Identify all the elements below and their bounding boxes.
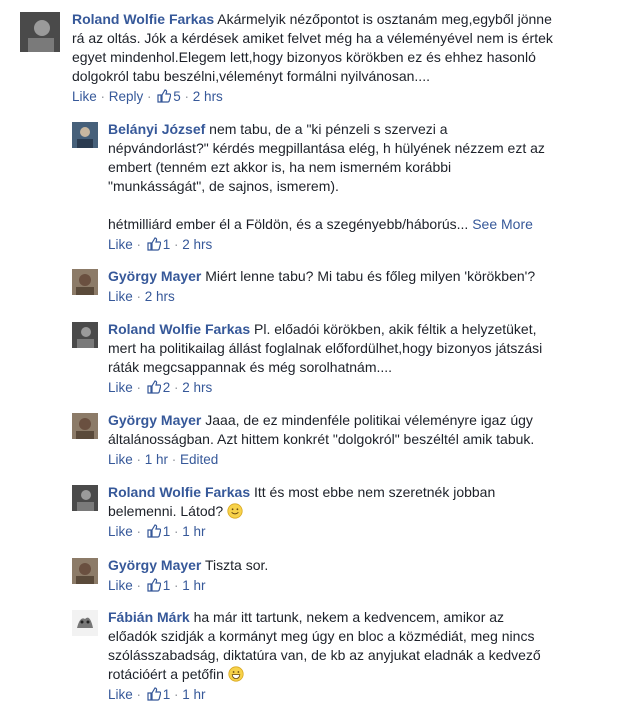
avatar[interactable] xyxy=(72,485,98,511)
comment-actions: Like · 1 · 2 hrs xyxy=(108,236,628,256)
comment-author[interactable]: Roland Wolfie Farkas xyxy=(72,11,214,27)
like-count[interactable]: 1 xyxy=(163,687,171,702)
reply-link[interactable]: Reply xyxy=(109,89,144,104)
comment-actions: Like · Reply · 5 · 2 hrs xyxy=(72,88,628,108)
avatar-photo-icon xyxy=(72,413,98,439)
thumbs-up-icon[interactable] xyxy=(157,89,172,108)
avatar-photo-icon xyxy=(72,122,98,148)
see-more-link[interactable]: See More xyxy=(472,216,533,232)
avatar[interactable] xyxy=(72,413,98,439)
comment-author[interactable]: György Mayer xyxy=(108,557,201,573)
comment-timestamp[interactable]: 1 hr xyxy=(145,452,168,467)
like-count[interactable]: 1 xyxy=(163,524,171,539)
comment-author[interactable]: Belányi József xyxy=(108,121,205,137)
comment-timestamp[interactable]: 1 hr xyxy=(182,578,205,593)
avatar-photo-icon xyxy=(72,322,98,348)
like-link[interactable]: Like xyxy=(108,578,133,593)
like-count[interactable]: 1 xyxy=(163,578,171,593)
avatar[interactable] xyxy=(72,322,98,348)
avatar-photo-icon xyxy=(72,558,98,584)
like-count[interactable]: 5 xyxy=(173,89,181,104)
comment-timestamp[interactable]: 1 hr xyxy=(182,524,205,539)
thumbs-up-icon[interactable] xyxy=(147,380,162,399)
like-count[interactable]: 2 xyxy=(163,380,171,395)
comment-actions: Like · 1 · 1 hr xyxy=(108,686,628,706)
like-link[interactable]: Like xyxy=(108,380,133,395)
thumbs-up-icon[interactable] xyxy=(147,237,162,256)
like-link[interactable]: Like xyxy=(108,289,133,304)
comment-actions: Like · 1 · 1 hr xyxy=(108,523,628,543)
avatar[interactable] xyxy=(72,122,98,148)
like-link[interactable]: Like xyxy=(108,237,133,252)
thumbs-up-icon[interactable] xyxy=(147,687,162,706)
avatar[interactable] xyxy=(20,12,60,52)
comment-author[interactable]: Roland Wolfie Farkas xyxy=(108,484,250,500)
avatar-photo-icon xyxy=(72,269,98,295)
comment-author[interactable]: Fábián Márk xyxy=(108,609,190,625)
avatar-photo-icon xyxy=(72,610,98,636)
comment-text: Miért lenne tabu? Mi tabu és főleg milye… xyxy=(205,268,536,284)
comment-author[interactable]: György Mayer xyxy=(108,268,201,284)
comment-timestamp[interactable]: 2 hrs xyxy=(193,89,223,104)
like-link[interactable]: Like xyxy=(108,524,133,539)
edited-label[interactable]: Edited xyxy=(180,452,218,467)
thumbs-up-icon[interactable] xyxy=(147,524,162,543)
comment-actions: Like · 1 hr · Edited xyxy=(108,452,219,467)
comment-timestamp[interactable]: 1 hr xyxy=(182,687,205,702)
comment-timestamp[interactable]: 2 hrs xyxy=(182,380,212,395)
comment-author[interactable]: György Mayer xyxy=(108,412,201,428)
avatar[interactable] xyxy=(72,269,98,295)
like-count[interactable]: 1 xyxy=(163,237,171,252)
like-link[interactable]: Like xyxy=(108,687,133,702)
comment-text: Tiszta sor. xyxy=(205,557,269,573)
avatar[interactable] xyxy=(72,610,98,636)
comment-actions: Like · 1 · 1 hr xyxy=(108,577,628,597)
avatar[interactable] xyxy=(72,558,98,584)
avatar-photo-icon xyxy=(20,12,60,52)
comment-top-level: Roland Wolfie Farkas Akármelyik nézőpont… xyxy=(0,10,636,116)
comment-actions: Like · 2 · 2 hrs xyxy=(108,379,628,399)
comment-timestamp[interactable]: 2 hrs xyxy=(182,237,212,252)
like-link[interactable]: Like xyxy=(72,89,97,104)
like-link[interactable]: Like xyxy=(108,452,133,467)
thumbs-up-icon[interactable] xyxy=(147,578,162,597)
avatar-photo-icon xyxy=(72,485,98,511)
smile-emoji-icon xyxy=(227,503,243,519)
grin-emoji-icon xyxy=(228,666,244,682)
comment-timestamp[interactable]: 2 hrs xyxy=(145,289,175,304)
comment-actions: Like · 2 hrs xyxy=(108,289,175,304)
comment-author[interactable]: Roland Wolfie Farkas xyxy=(108,321,250,337)
